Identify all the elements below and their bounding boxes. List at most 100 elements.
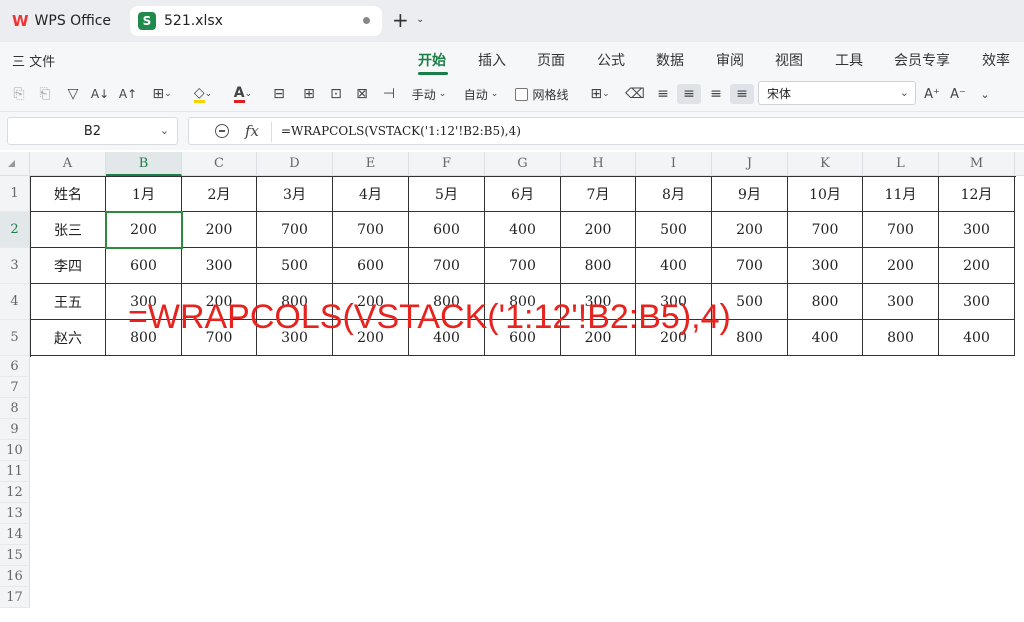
cell-A1[interactable]: 姓名: [30, 176, 106, 212]
cell-J2[interactable]: 200: [712, 212, 788, 248]
cell-C3[interactable]: 300: [182, 248, 257, 284]
clear-format-icon[interactable]: ⌫: [624, 84, 646, 104]
decrease-font-icon[interactable]: A⁻: [946, 84, 970, 104]
cell-B1[interactable]: 1月: [106, 176, 182, 212]
freeze-panes-icon[interactable]: ⊞ ⌄: [584, 84, 616, 104]
fx-icon[interactable]: fx: [245, 122, 259, 140]
row-header-8[interactable]: 8: [0, 398, 30, 419]
row-header-7[interactable]: 7: [0, 377, 30, 398]
row-header-10[interactable]: 10: [0, 440, 30, 461]
cell-F2[interactable]: 600: [409, 212, 485, 248]
gridlines-checkbox[interactable]: [515, 87, 529, 101]
new-tab-plus-icon[interactable]: +: [392, 10, 409, 30]
menu-formula[interactable]: 公式: [597, 50, 625, 70]
column-header-D[interactable]: D: [257, 152, 333, 176]
delete-cells-icon[interactable]: ⊣: [378, 84, 400, 104]
cell-M5[interactable]: 400: [939, 320, 1015, 356]
cell-D3[interactable]: 500: [257, 248, 333, 284]
align-cells-icon[interactable]: ⊞: [298, 84, 320, 104]
row-header-4[interactable]: 4: [0, 284, 30, 320]
cell-D2[interactable]: 700: [257, 212, 333, 248]
file-menu[interactable]: 三 文件: [12, 51, 55, 70]
cell-G3[interactable]: 700: [485, 248, 561, 284]
cell-I2[interactable]: 500: [636, 212, 712, 248]
row-header-2[interactable]: 2: [0, 212, 30, 248]
chevron-down-icon[interactable]: ⌄: [160, 124, 169, 137]
column-header-E[interactable]: E: [333, 152, 409, 176]
cell-K4[interactable]: 800: [788, 284, 863, 320]
gridlines-toggle[interactable]: 网格线: [512, 84, 572, 104]
row-header-12[interactable]: 12: [0, 482, 30, 503]
cell-I3[interactable]: 400: [636, 248, 712, 284]
cell-M2[interactable]: 300: [939, 212, 1015, 248]
cell-A2[interactable]: 张三: [30, 212, 106, 248]
cell-A4[interactable]: 王五: [30, 284, 106, 320]
tab-wps-office[interactable]: W WPS Office: [4, 6, 122, 36]
cell-B3[interactable]: 600: [106, 248, 182, 284]
menu-tools[interactable]: 工具: [835, 50, 863, 70]
column-header-A[interactable]: A: [30, 152, 106, 176]
name-box[interactable]: B2 ⌄: [7, 117, 178, 145]
cell-B2[interactable]: 200: [106, 212, 182, 248]
column-header-F[interactable]: F: [409, 152, 485, 176]
row-header-17[interactable]: 17: [0, 587, 30, 608]
menu-view[interactable]: 视图: [775, 50, 803, 70]
paste-icon[interactable]: ⎘: [8, 84, 30, 104]
cell-E1[interactable]: 4月: [333, 176, 409, 212]
wrap-text-dropdown[interactable]: 手动 ⌄: [406, 84, 452, 104]
column-header-C[interactable]: C: [182, 152, 257, 176]
cell-J3[interactable]: 700: [712, 248, 788, 284]
menu-efficiency[interactable]: 效率: [982, 50, 1010, 70]
format-paste-icon[interactable]: ⎗: [34, 84, 56, 104]
align-left-icon[interactable]: ≡: [652, 84, 674, 104]
row-header-15[interactable]: 15: [0, 545, 30, 566]
row-header-1[interactable]: 1: [0, 176, 30, 212]
align-right-icon[interactable]: ≡: [705, 84, 727, 104]
menu-insert[interactable]: 插入: [478, 50, 506, 70]
row-header-5[interactable]: 5: [0, 320, 30, 356]
column-header-B[interactable]: B: [106, 152, 182, 176]
fill-color-icon[interactable]: ◇ ⌄: [188, 84, 218, 104]
column-header-J[interactable]: J: [712, 152, 788, 176]
cell-K3[interactable]: 300: [788, 248, 863, 284]
column-header-G[interactable]: G: [485, 152, 561, 176]
cell-F1[interactable]: 5月: [409, 176, 485, 212]
column-header-M[interactable]: M: [939, 152, 1015, 176]
align-center-icon[interactable]: ≡: [677, 84, 701, 104]
menu-member[interactable]: 会员专享: [894, 50, 950, 70]
column-header-I[interactable]: I: [636, 152, 712, 176]
sort-ascending-icon[interactable]: A↓: [88, 84, 112, 104]
cell-H2[interactable]: 200: [561, 212, 636, 248]
cell-K5[interactable]: 400: [788, 320, 863, 356]
cell-J1[interactable]: 9月: [712, 176, 788, 212]
cell-H1[interactable]: 7月: [561, 176, 636, 212]
cell-C1[interactable]: 2月: [182, 176, 257, 212]
cell-L3[interactable]: 200: [863, 248, 939, 284]
filter-icon[interactable]: ▽: [62, 84, 84, 104]
cell-D1[interactable]: 3月: [257, 176, 333, 212]
cell-G2[interactable]: 400: [485, 212, 561, 248]
font-name-select[interactable]: 宋体 ⌄: [758, 81, 916, 105]
chevron-down-icon[interactable]: ⌄: [976, 84, 994, 104]
unsaved-dot-icon[interactable]: [363, 17, 370, 24]
menu-data[interactable]: 数据: [656, 50, 684, 70]
select-all-corner[interactable]: [0, 152, 30, 176]
cell-L2[interactable]: 700: [863, 212, 939, 248]
column-header-partial[interactable]: [1015, 152, 1024, 176]
align-middle-icon[interactable]: ≡: [730, 84, 754, 104]
cell-A5[interactable]: 赵六: [30, 320, 106, 356]
cell-L4[interactable]: 300: [863, 284, 939, 320]
formula-input[interactable]: fx =WRAPCOLS(VSTACK('1:12'!B2:B5),4): [188, 117, 1024, 145]
cell-E3[interactable]: 600: [333, 248, 409, 284]
row-header-13[interactable]: 13: [0, 503, 30, 524]
row-header-14[interactable]: 14: [0, 524, 30, 545]
column-header-L[interactable]: L: [863, 152, 939, 176]
rows-columns-icon[interactable]: ⊡: [325, 84, 347, 104]
borders-icon[interactable]: ⊞ ⌄: [146, 84, 178, 104]
menu-page[interactable]: 页面: [537, 50, 565, 70]
tab-workbook[interactable]: S 521.xlsx: [130, 6, 382, 36]
menu-review[interactable]: 审阅: [716, 50, 744, 70]
insert-cells-icon[interactable]: ⊠: [351, 84, 373, 104]
cell-A3[interactable]: 李四: [30, 248, 106, 284]
row-header-6[interactable]: 6: [0, 356, 30, 377]
